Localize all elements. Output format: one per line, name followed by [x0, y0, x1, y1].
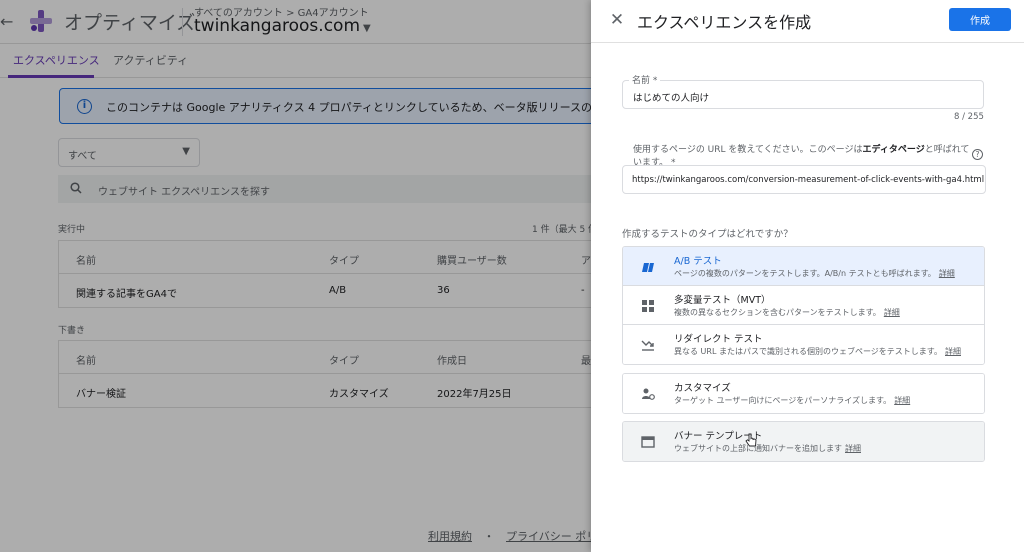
help-icon[interactable]: ?: [972, 149, 983, 160]
option-desc-text: 異なる URL またはパスで識別される個別のウェブページをテストします。: [674, 347, 942, 356]
create-experience-panel: ✕ エクスペリエンスを作成 作成 はじめての人向け 名前 * 8 / 255 使…: [591, 0, 1024, 552]
ab-test-icon: [642, 263, 654, 272]
panel-header-divider: [591, 42, 1024, 43]
detail-link[interactable]: 詳細: [884, 308, 900, 317]
option-redirect-test[interactable]: リダイレクト テスト 異なる URL またはパスで識別される個別のウェブページを…: [623, 325, 984, 364]
option-desc-text: 複数の異なるセクションを含むパターンをテストします。: [674, 308, 881, 317]
option-desc-text: ターゲット ユーザー向けにページをパーソナライズします。: [674, 396, 892, 405]
create-button[interactable]: 作成: [949, 8, 1011, 31]
url-label-prefix: 使用するページの URL を教えてください。このページは: [633, 145, 863, 155]
option-description: ページの複数のパターンをテストします。A/B/n テストとも呼ばれます。 詳細: [674, 268, 955, 279]
test-type-options: A/B テスト ページの複数のパターンをテストします。A/B/n テストとも呼ば…: [622, 246, 985, 365]
modal-scrim[interactable]: [0, 0, 591, 552]
option-description: 異なる URL またはパスで識別される個別のウェブページをテストします。 詳細: [674, 346, 961, 357]
option-title: カスタマイズ: [674, 383, 731, 394]
option-banner-template[interactable]: バナー テンプレート ウェブサイトの上部に通知バナーを追加します 詳細: [623, 422, 984, 461]
option-desc-text: ウェブサイトの上部に通知バナーを追加します: [674, 444, 842, 453]
detail-link[interactable]: 詳細: [945, 347, 961, 356]
option-description: ターゲット ユーザー向けにページをパーソナライズします。 詳細: [674, 395, 910, 406]
redirect-icon: [641, 340, 654, 351]
detail-link[interactable]: 詳細: [894, 396, 910, 405]
option-mvt[interactable]: 多変量テスト（MVT） 複数の異なるセクションを含むパターンをテストします。 詳細: [623, 286, 984, 325]
panel-title: エクスペリエンスを作成: [637, 13, 812, 32]
option-title: 多変量テスト（MVT）: [674, 295, 771, 306]
name-input[interactable]: はじめての人向け: [633, 90, 709, 104]
personalization-option-group: カスタマイズ ターゲット ユーザー向けにページをパーソナライズします。 詳細: [622, 373, 985, 414]
personalize-icon: [642, 388, 655, 400]
detail-link[interactable]: 詳細: [939, 269, 955, 278]
option-desc-text: ページの複数のパターンをテストします。A/B/n テストとも呼ばれます。: [674, 269, 936, 278]
url-label-bold: エディタページ: [862, 145, 925, 155]
name-field-label: 名前 *: [629, 73, 661, 86]
banner-option-group: バナー テンプレート ウェブサイトの上部に通知バナーを追加します 詳細: [622, 421, 985, 462]
option-personalization[interactable]: カスタマイズ ターゲット ユーザー向けにページをパーソナライズします。 詳細: [623, 374, 984, 413]
type-question: 作成するテストのタイプはどれですか？: [622, 229, 793, 240]
detail-link[interactable]: 詳細: [845, 444, 861, 453]
option-title: A/B テスト: [674, 256, 722, 267]
name-char-count: 8 / 255: [954, 112, 984, 122]
option-title: リダイレクト テスト: [674, 334, 763, 345]
option-ab-test[interactable]: A/B テスト ページの複数のパターンをテストします。A/B/n テストとも呼ば…: [623, 247, 984, 286]
option-description: ウェブサイトの上部に通知バナーを追加します 詳細: [674, 443, 861, 454]
url-input[interactable]: https://twinkangaroos.com/conversion-mea…: [632, 175, 984, 185]
hand-cursor-icon: [745, 433, 757, 447]
editor-page-url-field[interactable]: https://twinkangaroos.com/conversion-mea…: [622, 165, 986, 194]
option-description: 複数の異なるセクションを含むパターンをテストします。 詳細: [674, 307, 900, 318]
close-icon[interactable]: ✕: [607, 10, 627, 30]
banner-icon: [641, 436, 655, 448]
name-field[interactable]: はじめての人向け: [622, 80, 984, 109]
mvt-grid-icon: [642, 300, 654, 312]
